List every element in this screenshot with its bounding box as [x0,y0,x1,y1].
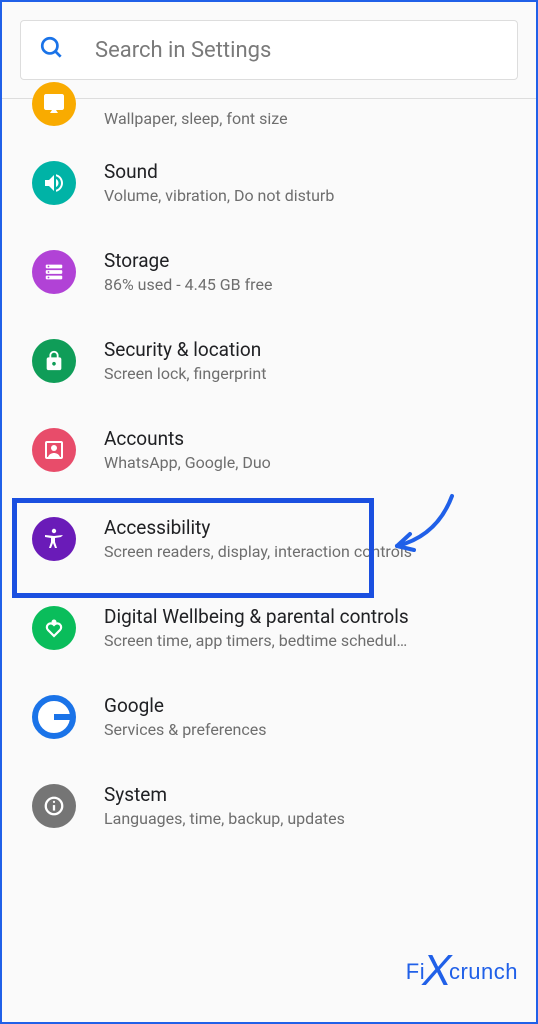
lock-icon [32,339,76,383]
settings-item-storage[interactable]: Storage 86% used - 4.45 GB free [2,227,536,316]
display-icon [32,82,76,126]
item-subtitle: WhatsApp, Google, Duo [104,453,506,472]
settings-item-security[interactable]: Security & location Screen lock, fingerp… [2,316,536,405]
settings-list: Wallpaper, sleep, font size Sound Volume… [2,99,536,850]
account-icon [32,428,76,472]
settings-item-accessibility[interactable]: Accessibility Screen readers, display, i… [2,494,536,583]
google-icon [32,695,76,739]
settings-item-system[interactable]: System Languages, time, backup, updates [2,761,536,850]
item-subtitle: 86% used - 4.45 GB free [104,275,506,294]
item-title: Storage [104,249,506,272]
item-title: Security & location [104,338,506,361]
item-text: Security & location Screen lock, fingerp… [104,338,506,383]
item-subtitle: Volume, vibration, Do not disturb [104,186,506,205]
settings-item-display[interactable]: Wallpaper, sleep, font size [2,103,536,138]
item-text: Google Services & preferences [104,694,506,739]
item-text: Digital Wellbeing & parental controls Sc… [104,605,506,650]
sound-icon [32,161,76,205]
search-icon [39,35,65,65]
item-text: Accessibility Screen readers, display, i… [104,516,506,561]
watermark: FiXcrunch [406,940,518,990]
item-title: Google [104,694,506,717]
settings-item-accounts[interactable]: Accounts WhatsApp, Google, Duo [2,405,536,494]
search-placeholder: Search in Settings [95,38,271,63]
settings-item-wellbeing[interactable]: Digital Wellbeing & parental controls Sc… [2,583,536,672]
storage-icon [32,250,76,294]
search-bar[interactable]: Search in Settings [20,20,518,80]
item-subtitle: Screen readers, display, interaction con… [104,542,506,561]
settings-item-sound[interactable]: Sound Volume, vibration, Do not disturb [2,138,536,227]
item-subtitle: Languages, time, backup, updates [104,809,506,828]
item-text: Sound Volume, vibration, Do not disturb [104,160,506,205]
settings-item-google[interactable]: Google Services & preferences [2,672,536,761]
item-title: Digital Wellbeing & parental controls [104,605,506,628]
item-subtitle: Services & preferences [104,720,506,739]
item-subtitle: Wallpaper, sleep, font size [104,109,506,128]
item-text: Accounts WhatsApp, Google, Duo [104,427,506,472]
item-title: System [104,783,506,806]
accessibility-icon [32,517,76,561]
info-icon [32,784,76,828]
item-text: Storage 86% used - 4.45 GB free [104,249,506,294]
heart-icon [32,606,76,650]
item-text: Wallpaper, sleep, font size [104,109,506,128]
item-subtitle: Screen time, app timers, bedtime schedul… [104,631,506,650]
item-text: System Languages, time, backup, updates [104,783,506,828]
item-title: Sound [104,160,506,183]
item-title: Accounts [104,427,506,450]
item-title: Accessibility [104,516,506,539]
item-subtitle: Screen lock, fingerprint [104,364,506,383]
